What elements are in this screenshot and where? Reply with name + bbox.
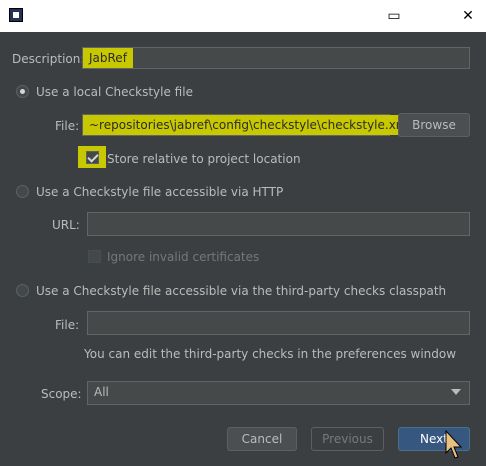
http-option-label: Use a Checkstyle file accessible via HTT… <box>36 185 284 199</box>
ignore-invalid-label: Ignore invalid certificates <box>107 250 260 264</box>
thirdparty-file-label: File: <box>55 318 80 332</box>
store-relative-label: Store relative to project location <box>107 152 301 166</box>
local-file-option-label: Use a local Checkstyle file <box>36 85 193 99</box>
checkstyle-configuration-dialog: Description: JabRef Use a local Checksty… <box>0 32 486 466</box>
local-file-field[interactable]: ~repositories\jabref\config\checkstyle\c… <box>82 114 417 136</box>
store-relative-checkbox[interactable] <box>86 151 99 164</box>
previous-button: Previous <box>311 427 384 451</box>
restore-window-icon[interactable]: ▭ <box>384 6 404 26</box>
cancel-button[interactable]: Cancel <box>227 427 297 451</box>
mouse-cursor-icon <box>445 430 463 459</box>
title-bar: ▭ ✕ <box>0 0 486 32</box>
thirdparty-file-field[interactable] <box>87 311 470 335</box>
intellij-app-icon <box>9 8 23 22</box>
radio-local-file[interactable] <box>16 85 29 98</box>
browse-button[interactable]: Browse <box>398 113 470 137</box>
description-field[interactable]: JabRef <box>82 47 470 69</box>
description-label: Description: <box>12 52 85 66</box>
local-file-value: ~repositories\jabref\config\checkstyle\c… <box>83 115 417 135</box>
scope-select[interactable]: All <box>87 381 470 405</box>
ignore-invalid-checkbox <box>88 250 101 263</box>
url-label: URL: <box>52 218 80 232</box>
scope-label: Scope: <box>41 387 82 401</box>
url-field[interactable] <box>87 212 470 236</box>
chevron-down-icon <box>451 389 461 395</box>
thirdparty-option-label: Use a Checkstyle file accessible via the… <box>36 284 447 298</box>
thirdparty-hint: You can edit the third-party checks in t… <box>84 347 457 361</box>
local-file-label: File: <box>55 119 80 133</box>
close-window-button[interactable]: ✕ <box>458 6 478 26</box>
radio-http-file[interactable] <box>16 185 29 198</box>
radio-thirdparty-file[interactable] <box>16 284 29 297</box>
scope-selected-value: All <box>94 385 109 399</box>
description-value: JabRef <box>83 48 133 68</box>
